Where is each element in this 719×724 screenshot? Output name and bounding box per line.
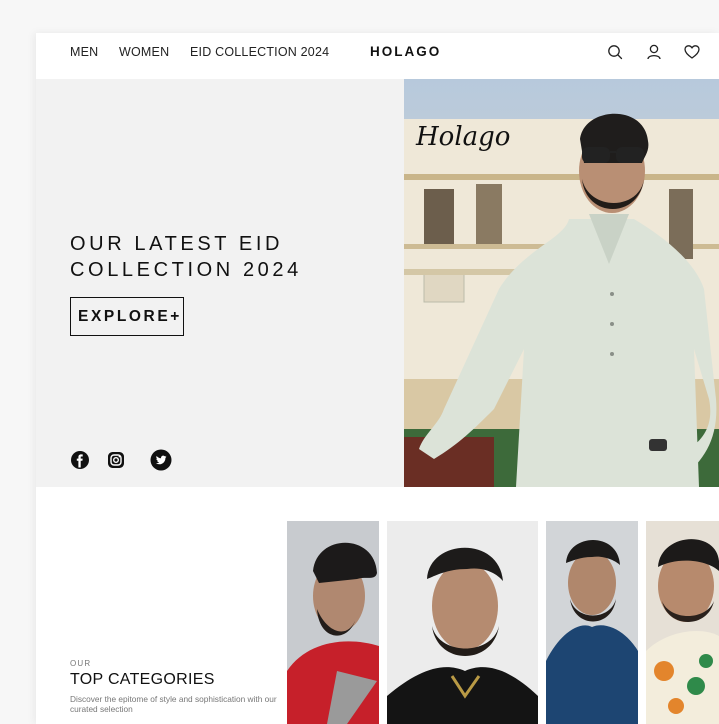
hero-title: OUR LATEST EID COLLECTION 2024 [70,231,302,283]
category-card-3[interactable] [546,521,638,724]
top-navigation: MEN WOMEN EID COLLECTION 2024 HOLAGO [36,33,719,80]
heart-icon[interactable] [683,43,701,61]
brand-logo[interactable]: HOLAGO [370,44,441,59]
categories-title: TOP CATEGORIES [70,671,215,688]
category-card-1[interactable] [287,521,379,724]
category-card-4[interactable] [646,521,719,724]
categories-description: Discover the epitome of style and sophis… [70,694,277,714]
top-categories-section: OUR TOP CATEGORIES Discover the epitome … [36,487,719,724]
explore-button[interactable]: EXPLORE+ [70,297,184,336]
page: MEN WOMEN EID COLLECTION 2024 HOLAGO OUR… [36,33,719,724]
facebook-icon[interactable] [70,450,90,470]
twitter-icon[interactable] [150,449,172,471]
instagram-icon[interactable] [106,450,126,470]
hero-title-line-1: OUR LATEST EID [70,233,284,255]
hero-section: OUR LATEST EID COLLECTION 2024 EXPLORE+ [36,79,719,487]
user-icon[interactable] [645,43,663,61]
nav-link-men[interactable]: MEN [70,45,98,59]
category-card-2[interactable] [387,521,538,724]
script-logo: Holago [416,122,511,152]
nav-link-eid-collection[interactable]: EID COLLECTION 2024 [190,45,329,59]
hero-title-line-2: COLLECTION 2024 [70,259,302,281]
categories-eyebrow: OUR [70,659,92,668]
nav-link-women[interactable]: WOMEN [119,45,169,59]
search-icon[interactable] [606,43,624,61]
